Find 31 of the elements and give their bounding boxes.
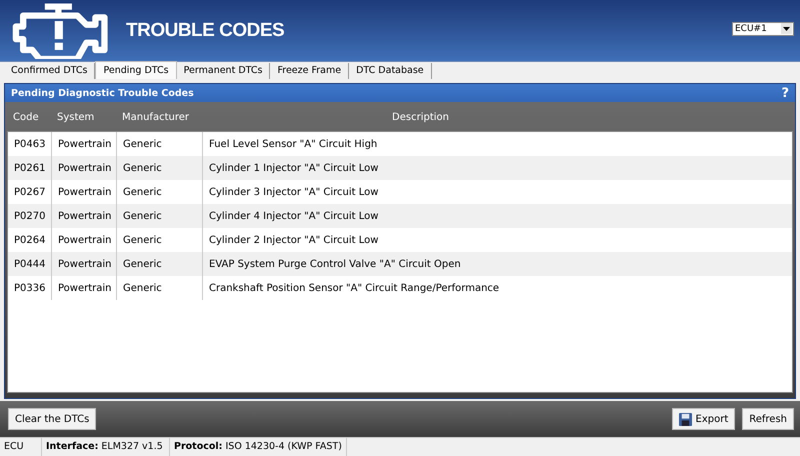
- table-cell-text: Fuel Level Sensor "A" Circuit High: [208, 138, 378, 152]
- table-row[interactable]: P0261 Powertrain Generic Cylinder 1 Injector "A" Circuit Low: [8, 156, 792, 180]
- status-field: ECU: [0, 438, 42, 456]
- app-title: TROUBLE CODES: [126, 20, 284, 42]
- ecu-dropdown[interactable]: ECU#1: [732, 22, 794, 36]
- column-header[interactable]: Manufacturer: [116, 105, 202, 129]
- refresh-button[interactable]: Refresh: [742, 408, 794, 430]
- table-cell-text: Cylinder 1 Injector "A" Circuit Low: [208, 162, 380, 176]
- panel-title: Pending Diagnostic Trouble Codes: [11, 88, 194, 98]
- column-header[interactable]: Description: [202, 105, 793, 129]
- tab[interactable]: Pending DTCs: [95, 61, 177, 79]
- table-cell-text: Cylinder 4 Injector "A" Circuit Low: [208, 210, 380, 224]
- tab[interactable]: Freeze Frame: [270, 63, 350, 79]
- export-button[interactable]: Export: [672, 408, 736, 430]
- table-cell: P0336: [8, 276, 52, 300]
- table-row[interactable]: P0444 Powertrain Generic EVAP System Purge Control Valve "A" Circuit Open: [8, 252, 792, 276]
- table-cell-text: Cylinder 2 Injector "A" Circuit Low: [208, 234, 380, 248]
- table-cell-text: EVAP System Purge Control Valve "A" Circuit Open: [208, 258, 462, 272]
- tab[interactable]: Permanent DTCs: [176, 63, 270, 79]
- table-cell: Generic: [117, 276, 203, 300]
- table-cell-text: Cylinder 3 Injector "A" Circuit Low: [208, 186, 380, 200]
- table-cell: Powertrain: [52, 276, 117, 300]
- clear-button[interactable]: Clear the DTCs: [8, 408, 96, 430]
- column-header[interactable]: System: [51, 105, 116, 129]
- table-cell-text: Crankshaft Position Sensor "A" Circuit Range/Performance: [208, 282, 500, 296]
- status-field: Protocol: ISO 14230-4 (KWP FAST): [170, 438, 347, 456]
- tab[interactable]: DTC Database: [349, 63, 432, 79]
- column-header[interactable]: Code: [7, 105, 51, 129]
- help-button[interactable]: ?: [781, 86, 789, 100]
- table-row[interactable]: P0270 Powertrain Generic Cylinder 4 Injector "A" Circuit Low: [8, 204, 792, 228]
- status-field: Interface: ELM327 v1.5: [42, 438, 170, 456]
